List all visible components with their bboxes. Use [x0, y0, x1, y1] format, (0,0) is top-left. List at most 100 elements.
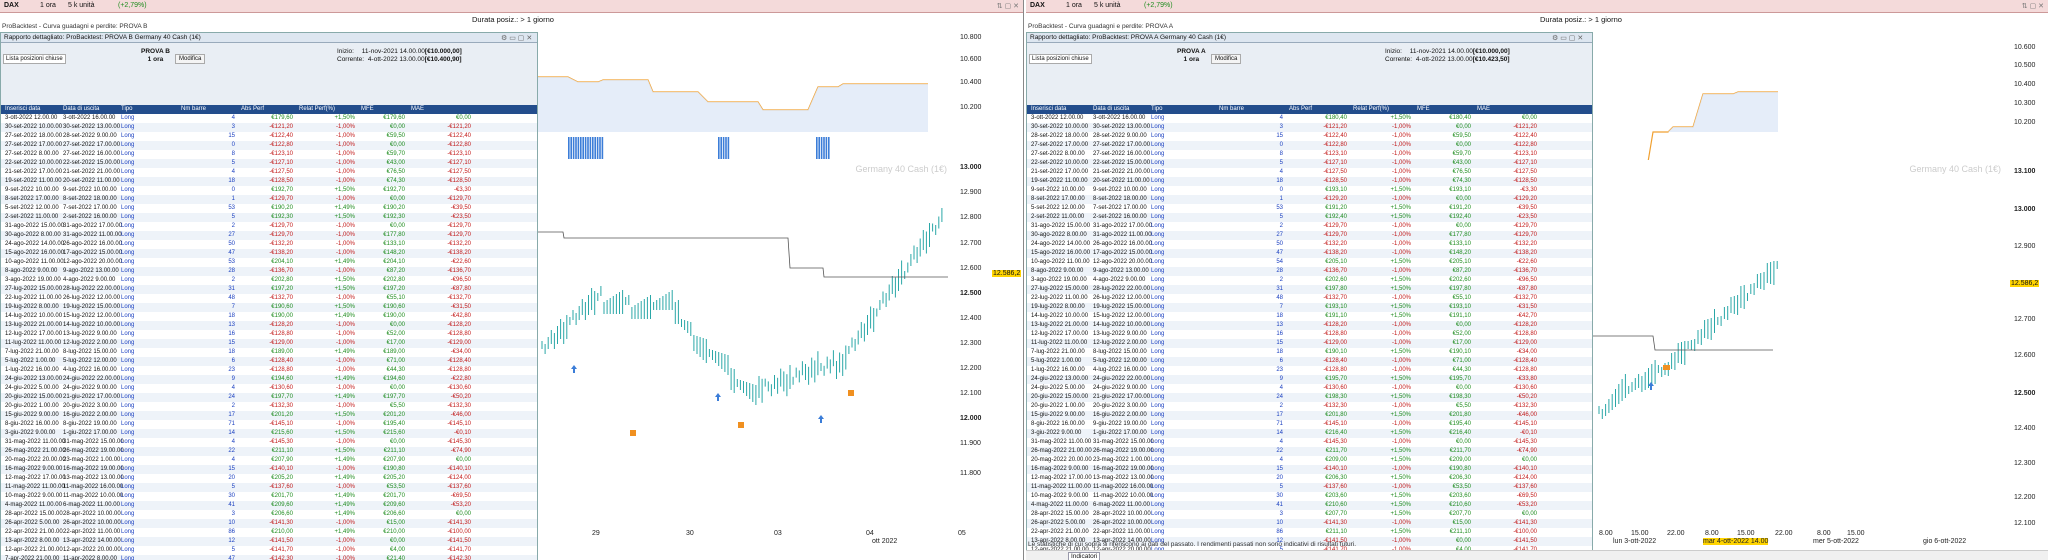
column-header[interactable]: Relat Perf(%): [299, 105, 335, 114]
table-row[interactable]: 3-ago-2022 19.00.00 4-ago-2022 9.00.00 Lon…: [1027, 276, 1592, 285]
table-row[interactable]: 26-apr-2022 5.00.00 26-apr-2022 10.00.00 L…: [1, 519, 537, 528]
table-row[interactable]: 28-apr-2022 15.00.00 28-apr-2022 10.00.00…: [1, 510, 537, 519]
table-row[interactable]: 5-lug-2022 1.00.00 5-lug-2022 12.00.00 Lon…: [1027, 357, 1592, 366]
column-header[interactable]: Abs Perf: [1289, 105, 1312, 114]
table-row[interactable]: 5-set-2022 12.00.00 7-set-2022 17.00.00 Lo…: [1027, 204, 1592, 213]
table-row[interactable]: 31-ago-2022 15.00.00 31-ago-2022 17.00.00…: [1027, 222, 1592, 231]
column-header[interactable]: Nm barre: [181, 105, 206, 114]
instrument-label[interactable]: DAX: [4, 2, 19, 9]
table-row[interactable]: 8-ago-2022 9.00.00 9-ago-2022 13.00.00 Lon…: [1, 267, 537, 276]
table-row[interactable]: 21-set-2022 17.00.00 21-set-2022 21.00.00…: [1, 168, 537, 177]
table-row[interactable]: 15-giu-2022 9.00.00 16-giu-2022 2.00.00 Lo…: [1, 411, 537, 420]
table-row[interactable]: 26-mag-2022 21.00.00 26-mag-2022 19.00.00…: [1027, 447, 1592, 456]
table-row[interactable]: 27-set-2022 17.00.00 27-set-2022 17.00.00…: [1027, 141, 1592, 150]
table-row[interactable]: 8-giu-2022 16.00.00 8-giu-2022 19.00.00 Lo…: [1, 420, 537, 429]
table-row[interactable]: 24-ago-2022 14.00.00 26-ago-2022 16.00.00…: [1027, 240, 1592, 249]
column-header[interactable]: Inserisci data: [1031, 105, 1066, 114]
table-row[interactable]: 20-giu-2022 15.00.00 21-giu-2022 17.00.00…: [1027, 393, 1592, 402]
table-row[interactable]: 22-set-2022 10.00.00 22-set-2022 15.00.00…: [1027, 159, 1592, 168]
table-row[interactable]: 14-lug-2022 10.00.00 15-lug-2022 12.00.00…: [1027, 312, 1592, 321]
table-row[interactable]: 8-set-2022 17.00.00 8-set-2022 18.00.00 Lo…: [1027, 195, 1592, 204]
table-row[interactable]: 7-apr-2022 21.00.00 11-apr-2022 8.00.00 Lo…: [1, 555, 537, 560]
table-row[interactable]: 27-set-2022 18.00.00 28-set-2022 9.00.00 L…: [1, 132, 537, 141]
table-row[interactable]: 12-apr-2022 21.00.0012-apr-2022 20.00.00…: [1, 546, 537, 555]
table-row[interactable]: 12-lug-2022 17.00.00 13-lug-2022 9.00.00 L…: [1, 330, 537, 339]
table-row[interactable]: 5-lug-2022 1.00.00 5-lug-2022 12.00.00 Lon…: [1, 357, 537, 366]
table-row[interactable]: 10-ago-2022 11.00.00 12-ago-2022 20.00.00…: [1, 258, 537, 267]
column-header[interactable]: Tipo: [121, 105, 132, 114]
units-select[interactable]: 5 k unità: [68, 2, 94, 9]
table-row[interactable]: 4-mag-2022 11.00.00 6-mag-2022 11.00.00 Lo…: [1027, 501, 1592, 510]
units-select[interactable]: 5 k unità: [1094, 2, 1120, 9]
table-row[interactable]: 2-set-2022 11.00.00 2-set-2022 16.00.00 Lo…: [1027, 213, 1592, 222]
table-row[interactable]: 12-mag-2022 17.00.00 13-mag-2022 13.00.00…: [1, 474, 537, 483]
table-row[interactable]: 21-set-2022 17.00.00 21-set-2022 21.00.00…: [1027, 168, 1592, 177]
table-row[interactable]: 16-mag-2022 9.00.00 16-mag-2022 19.00.00 L…: [1027, 465, 1592, 474]
table-row[interactable]: 22-lug-2022 11.00.00 26-lug-2022 12.00.00…: [1, 294, 537, 303]
column-header[interactable]: Nm barre: [1219, 105, 1244, 114]
window-buttons-icon[interactable]: ⚙ ▭ ▢ ✕: [501, 34, 532, 44]
table-row[interactable]: 30-set-2022 10.00.00 30-set-2022 13.00.00…: [1, 123, 537, 132]
column-header[interactable]: Data di uscita: [1093, 105, 1129, 114]
table-row[interactable]: 5-set-2022 12.00.00 7-set-2022 17.00.00 Lo…: [1, 204, 537, 213]
table-row[interactable]: 31-ago-2022 15.00.00 31-ago-2022 17.00.00…: [1, 222, 537, 231]
table-row[interactable]: 30-ago-2022 8.00.00 31-ago-2022 11.00.00 L…: [1027, 231, 1592, 240]
closed-positions-select[interactable]: Lista posizioni chiuse: [1029, 54, 1092, 64]
column-header[interactable]: MAE: [1477, 105, 1490, 114]
table-row[interactable]: 19-lug-2022 8.00.00 19-lug-2022 15.00.00 L…: [1027, 303, 1592, 312]
table-row[interactable]: 31-mag-2022 11.00.00 31-mag-2022 15.00.00…: [1027, 438, 1592, 447]
table-row[interactable]: 22-apr-2022 21.00.00 22-apr-2022 11.00.00…: [1, 528, 537, 537]
table-row[interactable]: 26-mag-2022 21.00.00 26-mag-2022 19.00.00…: [1, 447, 537, 456]
table-row[interactable]: 27-set-2022 17.00.00 27-set-2022 17.00.00…: [1, 141, 537, 150]
column-header[interactable]: Inserisci data: [5, 105, 40, 114]
indicators-button[interactable]: Indicatori: [1068, 552, 1101, 560]
column-header[interactable]: MFE: [1417, 105, 1430, 114]
table-row[interactable]: 27-set-2022 8.00.00 27-set-2022 16.00.00 L…: [1, 150, 537, 159]
table-row[interactable]: 22-lug-2022 11.00.00 26-lug-2022 12.00.00…: [1027, 294, 1592, 303]
table-row[interactable]: 12-lug-2022 17.00.00 13-lug-2022 9.00.00 L…: [1027, 330, 1592, 339]
table-row[interactable]: 20-giu-2022 1.00.00 20-giu-2022 3.00.00 Lo…: [1, 402, 537, 411]
table-row[interactable]: 3-ago-2022 19.00.00 4-ago-2022 9.00.00 Lon…: [1, 276, 537, 285]
table-row[interactable]: 19-lug-2022 8.00.00 19-lug-2022 15.00.00 L…: [1, 303, 537, 312]
table-row[interactable]: 30-set-2022 10.00.00 30-set-2022 13.00.00…: [1027, 123, 1592, 132]
table-row[interactable]: 9-set-2022 10.00.00 9-set-2022 10.00.00 Lo…: [1, 186, 537, 195]
table-row[interactable]: 8-ago-2022 9.00.00 9-ago-2022 13.00.00 Lon…: [1027, 267, 1592, 276]
table-row[interactable]: 3-giu-2022 9.00.00 1-giu-2022 17.00.00 Lon…: [1027, 429, 1592, 438]
table-row[interactable]: 13-apr-2022 8.00.00 13-apr-2022 14.00.00 L…: [1, 537, 537, 546]
column-header[interactable]: MAE: [411, 105, 424, 114]
table-row[interactable]: 2-set-2022 11.00.00 2-set-2022 16.00.00 Lo…: [1, 213, 537, 222]
table-row[interactable]: 8-giu-2022 16.00.00 9-giu-2022 19.00.00 Lo…: [1027, 420, 1592, 429]
table-row[interactable]: 4-mag-2022 11.00.00 6-mag-2022 11.00.00 Lo…: [1, 501, 537, 510]
table-row[interactable]: 27-lug-2022 15.00.00 28-lug-2022 22.00.00…: [1, 285, 537, 294]
table-row[interactable]: 27-set-2022 8.00.00 27-set-2022 16.00.00 L…: [1027, 150, 1592, 159]
table-row[interactable]: 13-lug-2022 21.00.00 14-lug-2022 10.00.00…: [1, 321, 537, 330]
table-row[interactable]: 1-lug-2022 16.00.00 4-lug-2022 16.00.00 Lo…: [1027, 366, 1592, 375]
table-row[interactable]: 3-giu-2022 9.00.00 1-giu-2022 17.00.00 Lon…: [1, 429, 537, 438]
table-row[interactable]: 15-ago-2022 16.00.00 17-ago-2022 15.00.00…: [1027, 249, 1592, 258]
table-row[interactable]: 24-giu-2022 13.00.00 24-giu-2022 22.00.00…: [1027, 375, 1592, 384]
table-row[interactable]: 15-ago-2022 16.00.00 17-ago-2022 15.00.00…: [1, 249, 537, 258]
table-row[interactable]: 22-set-2022 10.00.00 22-set-2022 15.00.00…: [1, 159, 537, 168]
modify-button[interactable]: Modifica: [1211, 54, 1242, 64]
table-row[interactable]: 19-set-2022 11.00.00 20-set-2022 11.00.00…: [1027, 177, 1592, 186]
table-row[interactable]: 13-lug-2022 21.00.00 14-lug-2022 10.00.00…: [1027, 321, 1592, 330]
timeframe-select[interactable]: 1 ora: [1066, 2, 1082, 9]
instrument-label[interactable]: DAX: [1030, 2, 1045, 9]
table-row[interactable]: 7-lug-2022 21.00.00 8-lug-2022 15.00.00 Lo…: [1027, 348, 1592, 357]
table-row[interactable]: 9-set-2022 10.00.00 9-set-2022 10.00.00 Lo…: [1027, 186, 1592, 195]
column-header[interactable]: Relat Perf(%): [1353, 105, 1389, 114]
table-row[interactable]: 3-ott-2022 12.00.00 3-ott-2022 16.00.00 Lo…: [1, 114, 537, 123]
table-row[interactable]: 7-lug-2022 21.00.00 8-lug-2022 15.00.00 Lo…: [1, 348, 537, 357]
table-row[interactable]: 14-lug-2022 10.00.00 15-lug-2022 12.00.00…: [1, 312, 537, 321]
table-row[interactable]: 3-ott-2022 12.00.00 3-ott-2022 16.00.00 Lo…: [1027, 114, 1592, 123]
table-row[interactable]: 20-mag-2022 20.00.00 23-mag-2022 1.00.00 L…: [1027, 456, 1592, 465]
table-row[interactable]: 10-mag-2022 9.00.00 11-mag-2022 10.00.00 L…: [1, 492, 537, 501]
table-row[interactable]: 10-ago-2022 11.00.00 12-ago-2022 20.00.00…: [1027, 258, 1592, 267]
table-row[interactable]: 24-ago-2022 14.00.00 26-ago-2022 16.00.00…: [1, 240, 537, 249]
table-row[interactable]: 27-lug-2022 15.00.00 28-lug-2022 22.00.00…: [1027, 285, 1592, 294]
modify-button[interactable]: Modifica: [175, 54, 206, 64]
table-row[interactable]: 11-mag-2022 11.00.00 11-mag-2022 16.00.00…: [1027, 483, 1592, 492]
table-row[interactable]: 20-giu-2022 15.00.00 21-giu-2022 17.00.00…: [1, 393, 537, 402]
table-row[interactable]: 22-apr-2022 21.00.00 22-apr-2022 11.00.00…: [1027, 528, 1592, 537]
table-row[interactable]: 20-giu-2022 1.00.00 20-giu-2022 3.00.00 Lo…: [1027, 402, 1592, 411]
